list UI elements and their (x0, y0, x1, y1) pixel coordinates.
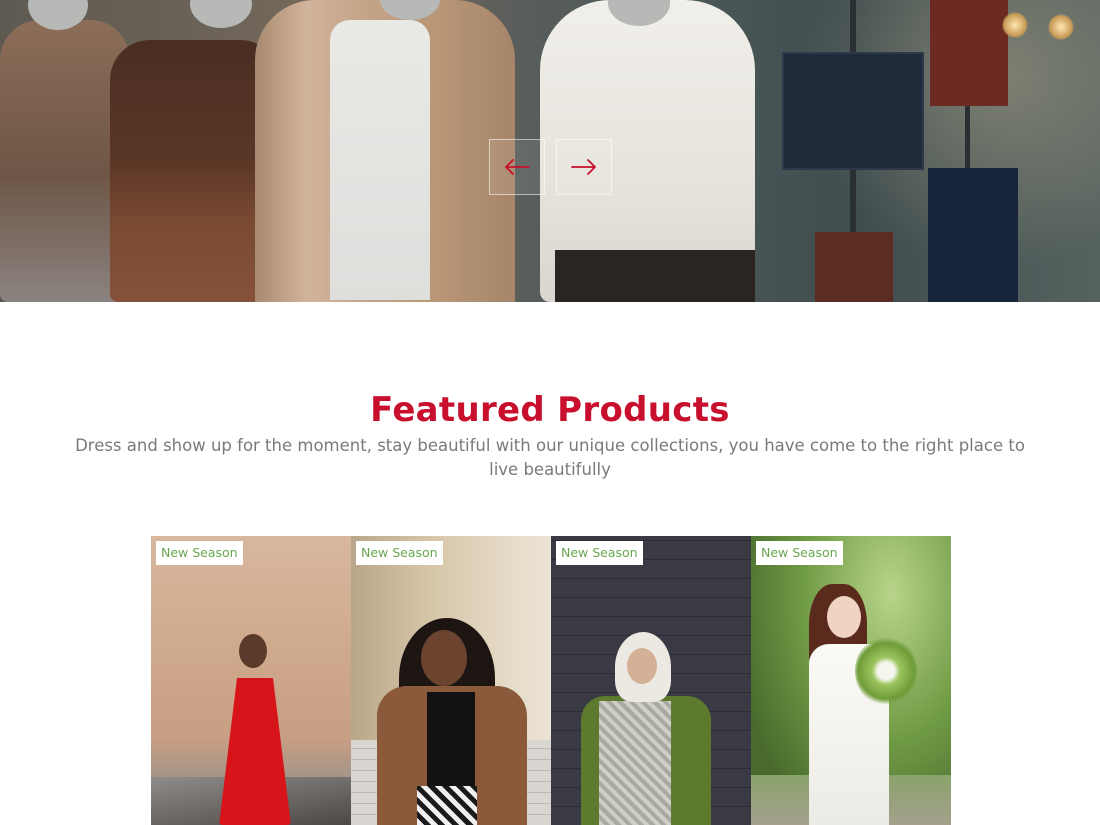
arrow-right-icon (571, 159, 596, 175)
featured-products-title: Featured Products (370, 390, 730, 430)
product-photo-lace-panel (599, 701, 671, 825)
hero-lamp (1002, 12, 1028, 38)
hero-lamp (1048, 14, 1074, 40)
product-photo-bouquet (855, 636, 917, 706)
new-season-badge: New Season (156, 541, 243, 565)
product-photo-check-skirt (417, 786, 477, 825)
product-photo-model (239, 634, 267, 668)
product-card[interactable]: New Season (551, 536, 751, 825)
product-grid: New Season New Season New Season New Sea… (151, 536, 951, 825)
product-photo-model-face (627, 648, 657, 684)
product-photo-black-top (427, 692, 475, 792)
new-season-badge: New Season (756, 541, 843, 565)
hero-display-panel (930, 0, 1008, 106)
hero-prev-button[interactable] (489, 139, 545, 195)
new-season-badge: New Season (356, 541, 443, 565)
featured-products-subtitle: Dress and show up for the moment, stay b… (75, 436, 1025, 479)
new-season-badge: New Season (556, 541, 643, 565)
product-card[interactable]: New Season (151, 536, 351, 825)
product-photo-model-face (827, 596, 861, 638)
hero-mannequin-head (190, 0, 252, 28)
hero-banner (0, 0, 1100, 302)
hero-mannequin-3-shirt (330, 20, 430, 300)
hero-display-panel (928, 168, 1018, 302)
product-card[interactable]: New Season (751, 536, 951, 825)
arrow-left-icon (505, 159, 530, 175)
hero-display-panel (815, 232, 893, 302)
hero-mannequin-4-pants (555, 250, 755, 302)
product-photo-model-face (421, 630, 467, 686)
hero-display-panel (782, 52, 924, 170)
product-card[interactable]: New Season (351, 536, 551, 825)
product-photo-red-dress (219, 678, 291, 825)
hero-next-button[interactable] (556, 139, 612, 195)
